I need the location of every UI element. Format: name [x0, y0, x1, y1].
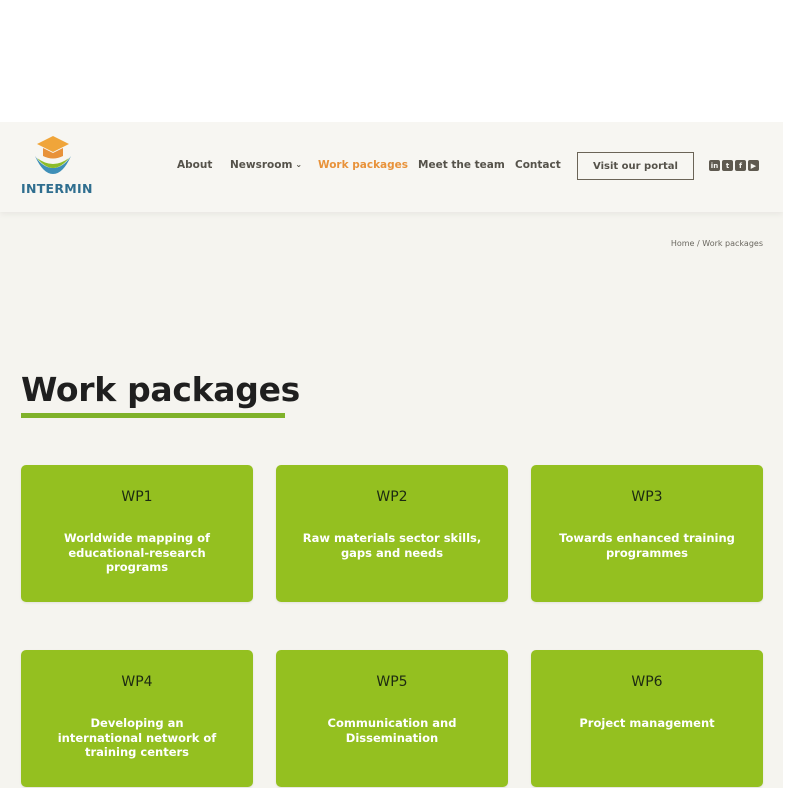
card-title: Towards enhanced training programmes	[559, 531, 735, 560]
work-package-card[interactable]: WP3 Towards enhanced training programmes	[531, 465, 763, 602]
nav-item-contact[interactable]: Contact	[515, 159, 561, 171]
card-title: Communication and Dissemination	[327, 716, 457, 745]
work-package-card[interactable]: WP1 Worldwide mapping of educational-res…	[21, 465, 253, 602]
work-package-card[interactable]: WP5 Communication and Dissemination	[276, 650, 508, 787]
top-blank-area	[0, 0, 785, 122]
card-code: WP6	[631, 674, 663, 690]
visit-portal-button[interactable]: Visit our portal	[577, 152, 694, 180]
twitter-icon[interactable]: t	[722, 160, 733, 171]
nav-item-meet-the-team[interactable]: Meet the team	[418, 159, 505, 171]
title-underline	[21, 413, 285, 418]
youtube-icon[interactable]: ▶	[748, 160, 759, 171]
card-title: Raw materials sector skills, gaps and ne…	[302, 531, 482, 560]
card-title: Worldwide mapping of educational-researc…	[63, 531, 211, 574]
card-code: WP3	[631, 489, 663, 505]
card-title: Project management	[579, 716, 715, 730]
nav-item-work-packages[interactable]: Work packages	[318, 159, 408, 171]
linkedin-icon[interactable]: in	[709, 160, 720, 171]
card-title: Developing an international network of t…	[57, 716, 217, 759]
facebook-icon[interactable]: f	[735, 160, 746, 171]
card-code: WP1	[121, 489, 153, 505]
page-body: INTERMIN About Newsroom ⌄ Work packages M…	[0, 122, 783, 788]
logo-wordmark: INTERMIN	[21, 181, 93, 196]
site-header: INTERMIN About Newsroom ⌄ Work packages M…	[0, 122, 783, 212]
chevron-down-icon: ⌄	[295, 160, 303, 169]
nav-item-newsroom[interactable]: Newsroom ⌄	[230, 159, 302, 171]
card-code: WP2	[376, 489, 408, 505]
work-package-card[interactable]: WP6 Project management	[531, 650, 763, 787]
visit-portal-label: Visit our portal	[593, 160, 678, 172]
card-code: WP4	[121, 674, 153, 690]
nav-item-newsroom-label: Newsroom	[230, 159, 293, 171]
work-package-card[interactable]: WP2 Raw materials sector skills, gaps an…	[276, 465, 508, 602]
breadcrumb[interactable]: Home / Work packages	[671, 239, 763, 248]
work-package-card[interactable]: WP4 Developing an international network …	[21, 650, 253, 787]
card-code: WP5	[376, 674, 408, 690]
nav-item-about[interactable]: About	[177, 159, 212, 171]
social-links: in t f ▶	[709, 160, 759, 172]
page-title: Work packages	[21, 370, 301, 409]
